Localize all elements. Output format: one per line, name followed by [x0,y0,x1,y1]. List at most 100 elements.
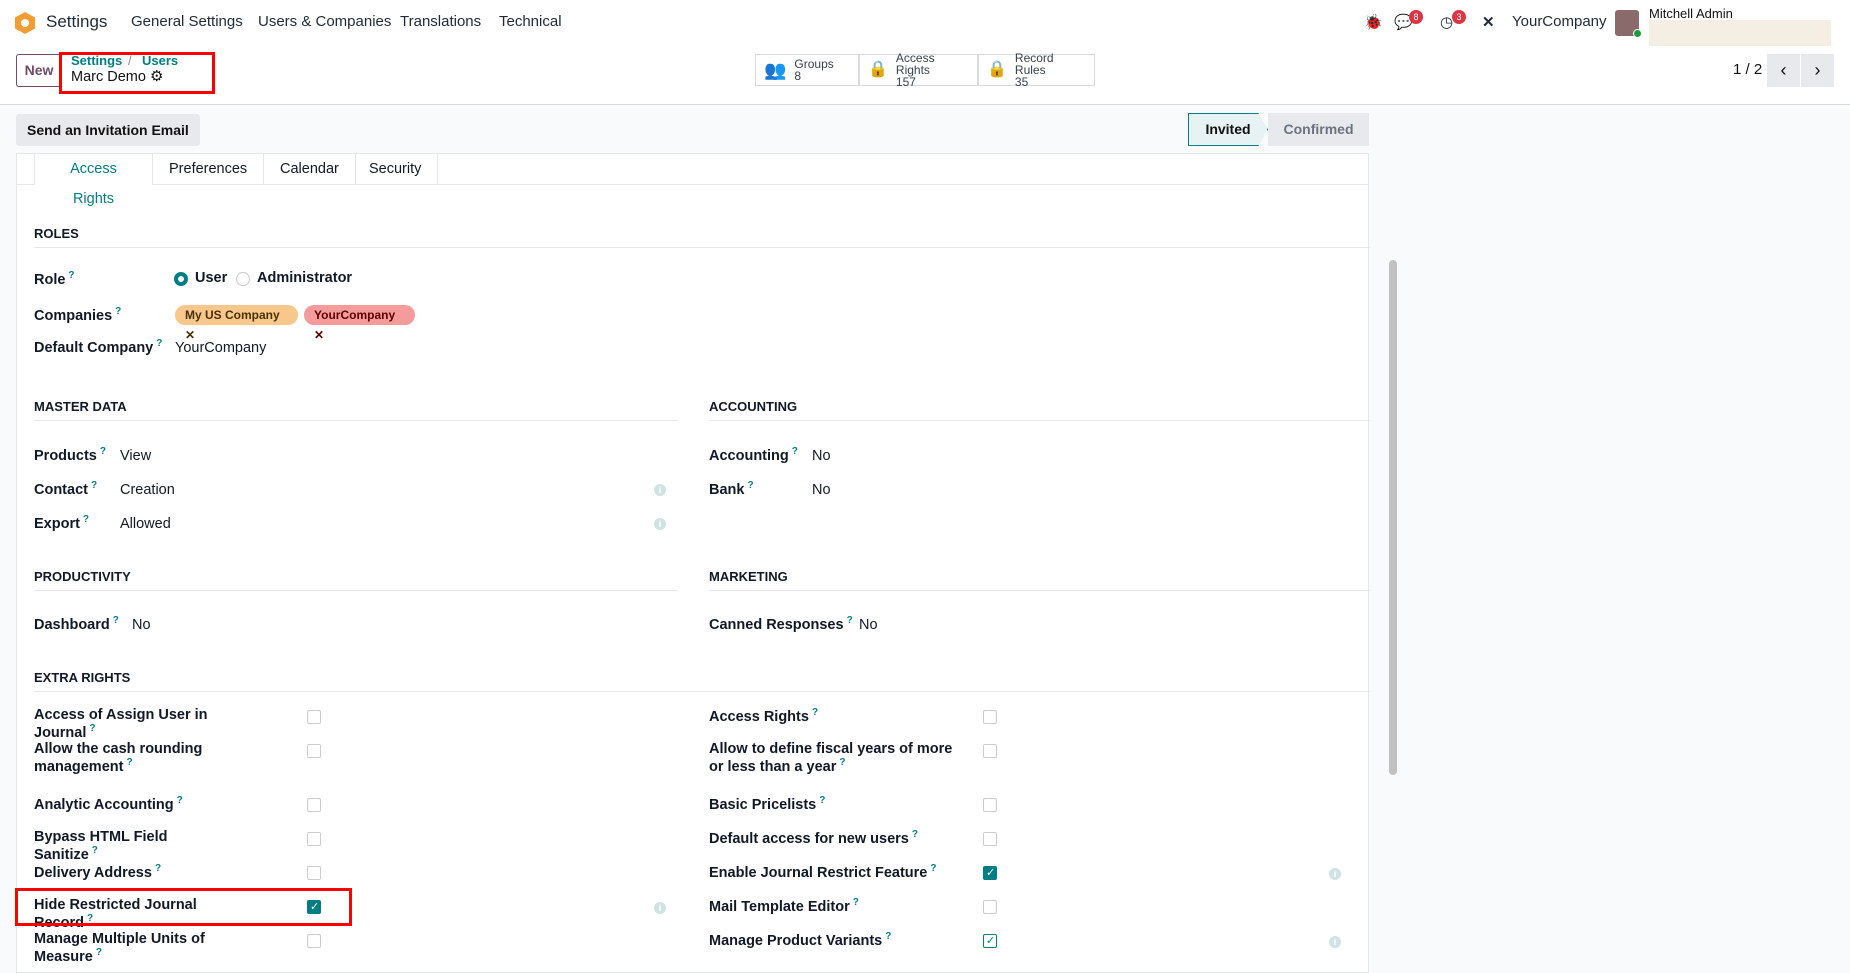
help-tooltip-icon[interactable]: ? [839,757,845,768]
breadcrumb-settings[interactable]: Settings [71,53,122,68]
control-panel: New Settings / Users Marc Demo ⚙ 👥 Groups… [0,46,1850,105]
menu-translations[interactable]: Translations [400,13,481,30]
help-tooltip-icon[interactable]: ? [92,845,98,856]
field-value[interactable]: View [120,448,151,464]
tools-icon[interactable]: ✕ [1482,13,1495,31]
odoo-logo-icon[interactable] [15,12,35,34]
checkbox-unchecked[interactable] [983,900,997,914]
pager-value[interactable]: 1 / 2 [1733,61,1762,78]
checkbox-unchecked[interactable] [307,710,321,724]
help-tooltip-icon[interactable]: ? [155,863,161,874]
radio-administrator-label[interactable]: Administrator [257,270,352,286]
menu-general-settings[interactable]: General Settings [131,13,243,30]
tab-calendar[interactable]: Calendar [264,154,356,184]
status-confirmed[interactable]: Confirmed [1268,113,1369,146]
messages-badge: 8 [1409,10,1423,24]
status-invited[interactable]: Invited [1188,113,1268,146]
user-avatar[interactable] [1615,10,1642,38]
info-icon[interactable]: i [1329,936,1341,948]
field-value[interactable]: No [132,617,151,633]
help-tooltip-icon[interactable]: ? [177,795,183,806]
help-tooltip-icon[interactable]: ? [812,707,818,718]
label-text: Bank [709,481,745,498]
checkbox-unchecked[interactable] [983,832,997,846]
info-icon[interactable]: i [654,484,666,496]
help-tooltip-icon[interactable]: ? [819,795,825,806]
tab-access-rights[interactable]: Access Rights [34,154,153,207]
default-company-value[interactable]: YourCompany [175,340,266,356]
field-value[interactable]: No [812,448,831,464]
checkbox-unchecked[interactable] [307,934,321,948]
highlight-box [15,888,352,926]
radio-user-label[interactable]: User [195,270,227,286]
help-tooltip-icon[interactable]: ? [853,897,859,908]
section-roles: ROLES [34,226,1370,248]
label-text: Default Company [34,339,154,356]
help-tooltip-icon[interactable]: ? [885,931,891,942]
help-tooltip-icon[interactable]: ? [912,829,918,840]
groups-stat-button[interactable]: 👥 Groups 8 [755,54,859,86]
blurred-db-name [1649,20,1831,48]
help-tooltip-icon[interactable]: ? [847,615,853,626]
label-text: Access Rights [709,708,809,725]
field-label: Default access for new users? [709,829,969,847]
help-tooltip-icon[interactable]: ? [89,723,95,734]
info-icon[interactable]: i [654,902,666,914]
radio-user[interactable] [174,272,188,286]
label-text: Canned Responses [709,616,844,633]
info-icon[interactable]: i [1329,868,1341,880]
checkbox-unchecked[interactable] [983,798,997,812]
field-value[interactable]: No [812,482,831,498]
checkbox-unchecked[interactable] [307,866,321,880]
checkbox-unchecked[interactable] [307,744,321,758]
debug-bug-icon[interactable]: 🐞 [1364,13,1383,31]
help-tooltip-icon[interactable]: ? [96,947,102,958]
checkbox-checked[interactable] [983,934,997,948]
help-tooltip-icon[interactable]: ? [83,514,89,525]
field-value[interactable]: Allowed [120,516,171,532]
menu-users-companies[interactable]: Users & Companies [258,13,391,30]
checkbox-unchecked[interactable] [307,832,321,846]
pager-previous-button[interactable]: ‹ [1767,54,1800,87]
checkbox-unchecked[interactable] [307,798,321,812]
radio-administrator[interactable] [236,272,250,286]
section-master-data: MASTER DATA [34,399,678,421]
lock-icon: 🔒 [987,61,1007,78]
field-label: Access of Assign User in Journal? [34,707,224,741]
tab-preferences[interactable]: Preferences [153,154,265,184]
help-tooltip-icon[interactable]: ? [792,446,798,457]
company-tag[interactable]: YourCompany ✕ [304,305,415,342]
help-tooltip-icon[interactable]: ? [113,615,119,626]
field-value[interactable]: No [859,617,878,633]
help-tooltip-icon[interactable]: ? [930,863,936,874]
scrollbar[interactable] [1385,105,1401,966]
section-marketing: MARKETING [709,569,1370,591]
pager-next-button[interactable]: › [1801,54,1834,87]
tab-security[interactable]: Security [353,154,439,184]
checkbox-checked[interactable] [983,866,997,880]
user-name[interactable]: Mitchell Admin [1649,6,1733,21]
label-text: Allow to define fiscal years of more or … [709,741,953,775]
new-button[interactable]: New [16,54,62,87]
checkbox-unchecked[interactable] [983,744,997,758]
company-switcher[interactable]: YourCompany [1512,13,1607,30]
breadcrumb-users[interactable]: Users [142,53,178,68]
info-icon[interactable]: i [654,518,666,530]
field-label: Bypass HTML Field Sanitize? [34,829,224,863]
companies-tags[interactable]: My US Company ✕ YourCompany ✕ [175,305,475,342]
send-invitation-button[interactable]: Send an Invitation Email [16,114,200,146]
help-tooltip-icon[interactable]: ? [126,757,132,768]
remove-tag-icon[interactable]: ✕ [314,328,324,342]
access-rights-stat-button[interactable]: 🔒 Access Rights 157 [859,52,978,88]
checkbox-unchecked[interactable] [983,710,997,724]
menu-technical[interactable]: Technical [499,13,562,30]
field-value[interactable]: Creation [120,482,175,498]
activity-badge: 3 [1452,10,1466,24]
app-title[interactable]: Settings [46,12,107,32]
record-rules-stat-button[interactable]: 🔒 Record Rules 35 [978,52,1095,88]
help-tooltip-icon[interactable]: ? [747,480,753,491]
help-tooltip-icon[interactable]: ? [91,480,97,491]
help-tooltip-icon[interactable]: ? [100,446,106,457]
gear-icon[interactable]: ⚙ [150,67,163,85]
company-tag[interactable]: My US Company ✕ [175,305,298,342]
